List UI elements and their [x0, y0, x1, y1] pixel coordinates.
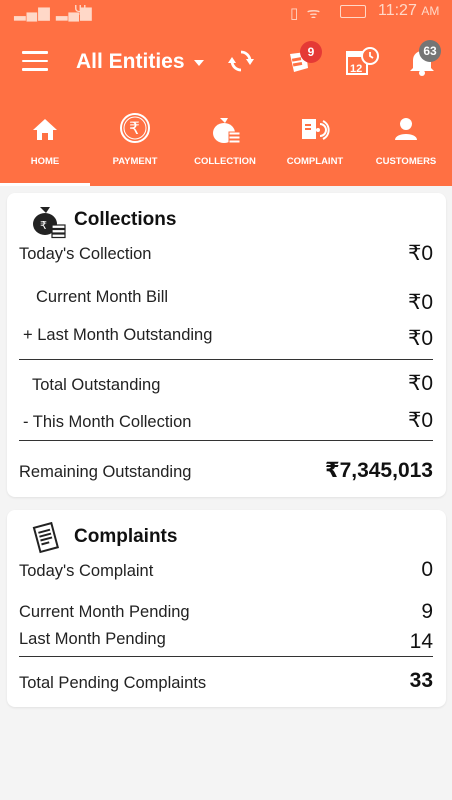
cart-badge: 9	[300, 41, 322, 63]
remaining-outstanding-label: Remaining Outstanding	[19, 463, 192, 481]
complaint-icon	[298, 112, 332, 146]
this-month-collection-value: ₹0	[407, 409, 433, 432]
home-icon	[30, 114, 60, 144]
divider	[19, 440, 433, 441]
menu-line	[22, 68, 48, 71]
svg-text:12: 12	[350, 63, 362, 75]
current-month-bill-value: ₹0	[407, 291, 433, 314]
app-toolbar: All Entities 9 12 63	[0, 24, 452, 100]
todays-complaint-label: Today's Complaint	[19, 562, 154, 580]
tab-collection[interactable]: COLLECTION	[180, 100, 270, 186]
last-month-pending-label: Last Month Pending	[19, 630, 166, 648]
dropdown-caret-icon[interactable]	[194, 60, 204, 66]
last-month-outstanding-label: + Last Month Outstanding	[23, 326, 213, 344]
battery-icon	[340, 5, 366, 18]
menu-line	[22, 59, 48, 62]
vibrate-wifi-icons: ▯ ︎ ᯤ	[290, 5, 321, 22]
tab-label: PAYMENT	[112, 156, 158, 167]
total-pending-complaints-label: Total Pending Complaints	[19, 674, 207, 692]
tab-label: COLLECTION	[194, 156, 256, 167]
refresh-icon[interactable]	[226, 46, 256, 76]
clock-ampm: AM	[421, 4, 440, 18]
this-month-collection-label: - This Month Collection	[23, 413, 192, 431]
svg-text:₹: ₹	[40, 219, 47, 232]
tab-selected-indicator	[0, 183, 90, 186]
status-time: 11:27 AM	[378, 2, 439, 20]
remaining-outstanding-value: ₹7,345,013	[324, 459, 433, 482]
tab-payment[interactable]: ₹ PAYMENT	[90, 100, 180, 186]
tab-label: HOME	[30, 156, 60, 167]
complaints-title: Complaints	[74, 526, 178, 547]
clock-text: 11:27	[378, 2, 417, 19]
divider	[19, 359, 433, 360]
divider	[19, 656, 433, 657]
total-outstanding-label: Total Outstanding	[32, 376, 161, 394]
tab-label: CUSTOMERS	[375, 156, 437, 167]
current-month-pending-label: Current Month Pending	[19, 603, 190, 621]
money-bag-icon	[208, 112, 242, 146]
tab-complaint[interactable]: COMPLAINT	[270, 100, 360, 186]
svg-text:₹: ₹	[129, 119, 140, 139]
menu-line	[22, 51, 48, 54]
tab-customers[interactable]: CUSTOMERS	[360, 100, 452, 186]
rupee-icon: ₹	[119, 112, 151, 144]
todays-complaint-value: 0	[421, 558, 433, 581]
tab-home[interactable]: HOME	[0, 100, 90, 186]
total-pending-complaints-value: 33	[409, 669, 433, 692]
last-month-pending-value: 14	[409, 630, 433, 653]
calendar-svg: 12	[346, 47, 379, 75]
calendar-icon[interactable]: 12	[344, 44, 380, 75]
todays-collection-label: Today's Collection	[19, 245, 152, 263]
todays-collection-value: ₹0	[407, 242, 433, 265]
menu-button[interactable]	[22, 51, 48, 71]
current-month-pending-value: 9	[421, 600, 433, 623]
money-bag-icon: ₹	[30, 203, 66, 239]
total-outstanding-value: ₹0	[407, 372, 433, 395]
notification-badge: 63	[419, 40, 441, 62]
entity-selector[interactable]: All Entities	[76, 50, 185, 74]
complaint-document-icon	[30, 521, 62, 554]
current-month-bill-label: Current Month Bill	[36, 288, 169, 306]
last-month-outstanding-value: ₹0	[407, 327, 433, 350]
tab-label: COMPLAINT	[286, 156, 344, 167]
tab-bar: HOME ₹ PAYMENT COLLECTION COMPLAINT CUST…	[0, 100, 452, 186]
usb-icon: Ψ	[74, 2, 87, 19]
complaints-card: Complaints Today's Complaint 0 Current M…	[7, 510, 446, 707]
collections-title: Collections	[74, 209, 177, 230]
person-icon	[391, 114, 421, 144]
collections-card: ₹ Collections Today's Collection ₹0 Curr…	[7, 193, 446, 497]
status-bar: ▂▄▆ ▂▄▆ Ψ ▯ ︎ ᯤ 11:27 AM	[0, 0, 452, 24]
refresh-svg	[228, 50, 254, 72]
